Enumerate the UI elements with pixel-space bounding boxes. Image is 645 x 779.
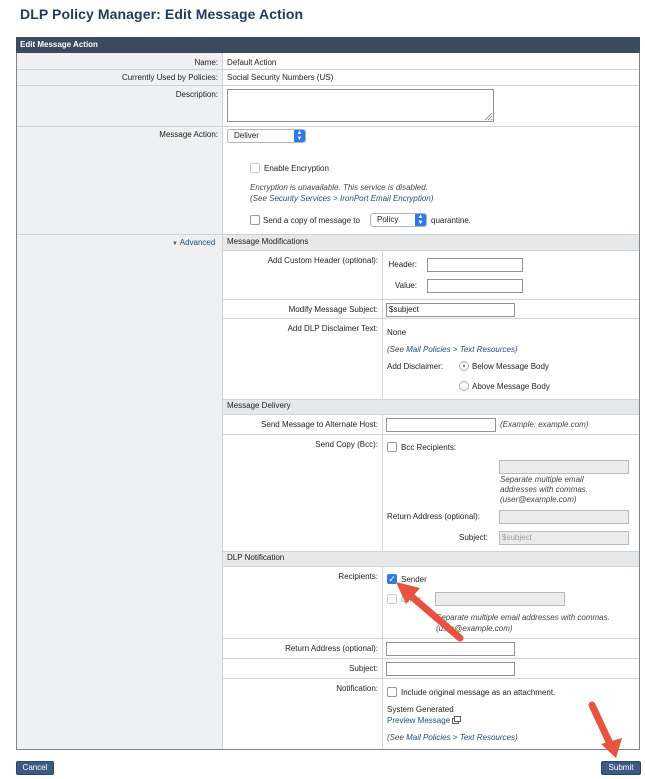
arrow-to-submit-icon [588,701,622,758]
annotation-arrows [396,582,622,758]
arrow-to-sender-icon [396,582,464,642]
